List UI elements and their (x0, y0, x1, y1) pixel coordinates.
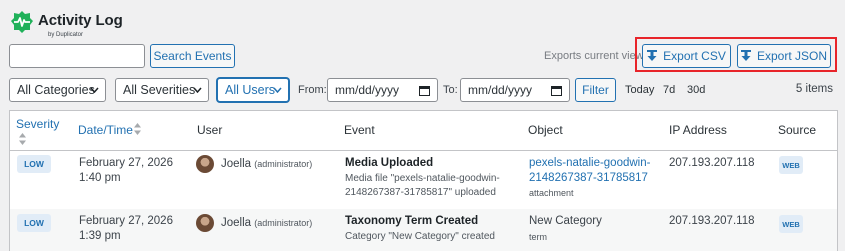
row-object: New Category (529, 215, 602, 227)
column-header-source: Source (778, 123, 817, 137)
export-csv-button[interactable]: Export CSV (642, 44, 731, 68)
from-label: From: (298, 84, 327, 96)
category-select[interactable]: All Categories (9, 78, 106, 102)
chevron-down-icon (273, 87, 282, 93)
row-user[interactable]: Joella (administrator) (221, 158, 312, 170)
row-object-type: term (529, 232, 547, 242)
export-csv-label: Export CSV (663, 49, 726, 63)
row-object-type: attachment (529, 188, 574, 198)
calendar-icon[interactable] (551, 85, 562, 96)
column-header-user: User (197, 123, 223, 137)
user-name: Joella (221, 158, 252, 170)
users-select[interactable]: All Users (217, 78, 289, 102)
export-json-button[interactable]: Export JSON (737, 44, 831, 68)
column-header-ip-address: IP Address (669, 123, 727, 137)
severity-badge: LOW (17, 155, 51, 173)
quick-filter-today[interactable]: Today (625, 84, 654, 96)
brand-logo: Activity Log by Duplicator (10, 8, 140, 38)
sort-icon[interactable] (134, 123, 141, 135)
row-ip: 207.193.207.118 (669, 157, 755, 169)
user-role: (administrator) (254, 159, 313, 169)
column-header-severity[interactable]: Severity (16, 117, 59, 131)
search-input[interactable] (9, 44, 145, 68)
user-name: Joella (221, 217, 252, 229)
quick-filter-30d[interactable]: 30d (687, 84, 705, 96)
users-select-value: All Users (225, 83, 276, 97)
download-icon (740, 50, 751, 61)
exports-label: Exports current view (544, 50, 644, 62)
row-event-detail: Media file "pexels-natalie-goodwin- (345, 173, 500, 184)
app-title: Activity Log (38, 12, 123, 29)
activity-logo-icon (11, 11, 33, 33)
filter-button[interactable]: Filter (575, 78, 616, 102)
items-count: 5 items (795, 83, 833, 95)
column-header-object: Object (528, 123, 563, 137)
search-events-button[interactable]: Search Events (150, 44, 235, 68)
row-event-detail: 2148267387-31785817" uploaded (345, 187, 496, 198)
row-event: Media Uploaded (345, 157, 434, 169)
chevron-down-icon (90, 87, 99, 93)
source-badge: WEB (779, 156, 803, 174)
activity-table: Severity Date/Time User Event Object IP … (9, 110, 838, 251)
from-date-value: mm/dd/yyyy (335, 83, 400, 97)
row-date: February 27, 2026 (79, 157, 173, 169)
severity-select-value: All Severities (123, 83, 196, 97)
avatar (196, 155, 214, 173)
to-date-value: mm/dd/yyyy (468, 83, 533, 97)
row-event-detail: Category "New Category" created (345, 231, 495, 242)
to-label: To: (443, 84, 458, 96)
download-icon (647, 50, 658, 61)
column-header-date-time[interactable]: Date/Time (78, 123, 133, 137)
row-ip: 207.193.207.118 (669, 215, 755, 227)
severity-badge: LOW (17, 214, 51, 232)
user-role: (administrator) (254, 218, 313, 228)
severity-select[interactable]: All Severities (115, 78, 209, 102)
column-header-event: Event (344, 123, 375, 137)
export-json-label: Export JSON (756, 49, 828, 63)
calendar-icon[interactable] (419, 85, 430, 96)
from-date-input[interactable]: mm/dd/yyyy (327, 78, 438, 102)
row-object-link[interactable]: 2148267387-31785817 (529, 172, 648, 184)
row-time: 1:40 pm (79, 172, 121, 184)
chevron-down-icon (193, 87, 202, 93)
row-time: 1:39 pm (79, 230, 121, 242)
category-select-value: All Categories (17, 83, 95, 97)
row-user[interactable]: Joella (administrator) (221, 217, 312, 229)
row-object-link[interactable]: pexels-natalie-goodwin- (529, 157, 650, 169)
avatar (196, 214, 214, 232)
table-row: LOW February 27, 2026 1:39 pm Joella (ad… (10, 209, 837, 251)
row-event: Taxonomy Term Created (345, 215, 479, 227)
quick-filter-7d[interactable]: 7d (663, 84, 675, 96)
sort-icon[interactable] (19, 133, 26, 145)
to-date-input[interactable]: mm/dd/yyyy (460, 78, 570, 102)
row-date: February 27, 2026 (79, 215, 173, 227)
source-badge: WEB (779, 215, 803, 233)
header-divider (10, 150, 837, 151)
app-subtitle: by Duplicator (48, 32, 84, 38)
